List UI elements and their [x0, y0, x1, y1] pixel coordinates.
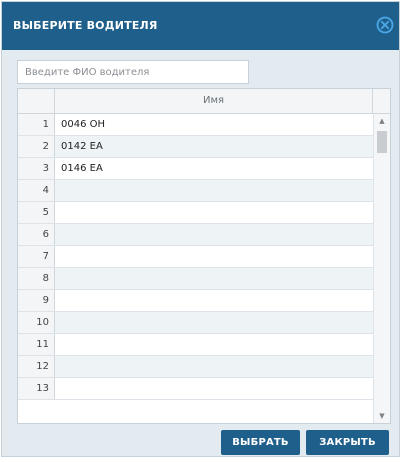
select-button[interactable]: ВЫБРАТЬ: [221, 430, 300, 455]
table-row[interactable]: 9: [18, 290, 373, 312]
scrollbar-thumb[interactable]: [377, 131, 387, 153]
table-row[interactable]: 11: [18, 334, 373, 356]
driver-name-cell[interactable]: [55, 246, 373, 267]
row-number: 3: [18, 158, 55, 179]
table-row[interactable]: 12: [18, 356, 373, 378]
driver-name-cell[interactable]: [55, 290, 373, 311]
driver-name-cell[interactable]: [55, 312, 373, 333]
triangle-down-icon[interactable]: ▼: [374, 409, 390, 423]
row-number: 10: [18, 312, 55, 333]
dialog-title: ВЫБЕРИТЕ ВОДИТЕЛЯ: [13, 19, 158, 32]
row-number: 7: [18, 246, 55, 267]
drivers-table: Имя 1 0046 OH 2 0142 EA 3 0146 EA 4 5 6 7 8 9 10 11 12…: [17, 88, 391, 424]
row-number: 6: [18, 224, 55, 245]
table-row[interactable]: 5: [18, 202, 373, 224]
row-number: 9: [18, 290, 55, 311]
driver-search-input[interactable]: [17, 60, 249, 84]
driver-name-cell[interactable]: [55, 334, 373, 355]
table-header: Имя: [18, 89, 390, 114]
row-number: 1: [18, 114, 55, 135]
driver-name-cell[interactable]: [55, 224, 373, 245]
row-number: 5: [18, 202, 55, 223]
row-number: 11: [18, 334, 55, 355]
table-row[interactable]: 4: [18, 180, 373, 202]
vertical-scrollbar[interactable]: ▲ ▼: [373, 114, 390, 423]
close-button[interactable]: ЗАКРЫТЬ: [306, 430, 389, 455]
table-body: 1 0046 OH 2 0142 EA 3 0146 EA 4 5 6 7 8 9 10 11 12 13: [18, 114, 373, 400]
driver-name-cell[interactable]: 0142 EA: [55, 136, 373, 157]
driver-name-cell[interactable]: 0046 OH: [55, 114, 373, 135]
row-number: 2: [18, 136, 55, 157]
table-row[interactable]: 8: [18, 268, 373, 290]
table-row[interactable]: 10: [18, 312, 373, 334]
row-number: 13: [18, 378, 55, 399]
name-column-header[interactable]: Имя: [55, 89, 373, 113]
select-driver-dialog: ВЫБЕРИТЕ ВОДИТЕЛЯ Имя 10046 OH20142 EA30…: [1, 1, 400, 457]
row-number: 4: [18, 180, 55, 201]
triangle-up-icon[interactable]: ▲: [374, 114, 390, 128]
dialog-titlebar: ВЫБЕРИТЕ ВОДИТЕЛЯ: [2, 2, 399, 50]
driver-name-cell[interactable]: [55, 180, 373, 201]
table-row[interactable]: 13: [18, 378, 373, 400]
driver-name-cell[interactable]: 0146 EA: [55, 158, 373, 179]
close-icon[interactable]: [375, 15, 395, 35]
table-row[interactable]: 7: [18, 246, 373, 268]
table-row[interactable]: 2 0142 EA: [18, 136, 373, 158]
table-row[interactable]: 1 0046 OH: [18, 114, 373, 136]
driver-name-cell[interactable]: [55, 268, 373, 289]
table-row[interactable]: 3 0146 EA: [18, 158, 373, 180]
driver-name-cell[interactable]: [55, 356, 373, 377]
table-row[interactable]: 6: [18, 224, 373, 246]
row-number-header: [18, 89, 55, 113]
row-number: 12: [18, 356, 55, 377]
driver-name-cell[interactable]: [55, 378, 373, 399]
row-number: 8: [18, 268, 55, 289]
driver-name-cell[interactable]: [55, 202, 373, 223]
